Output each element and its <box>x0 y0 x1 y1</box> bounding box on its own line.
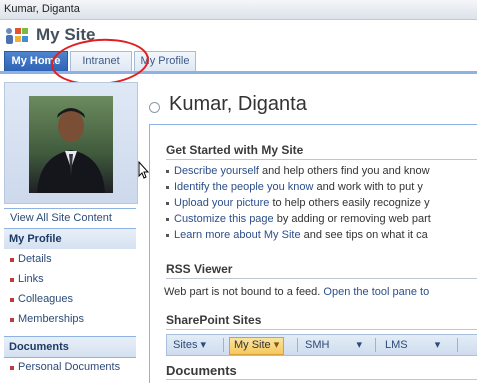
profile-photo[interactable] <box>29 96 113 193</box>
web-part-zone: Get Started with My Site Describe yourse… <box>149 124 477 383</box>
documents-title: Documents <box>166 363 477 380</box>
presence-status-icon <box>149 102 160 113</box>
my-profile-heading[interactable]: My Profile <box>4 229 136 249</box>
page-title: Kumar, Diganta <box>169 93 307 115</box>
smh-dropdown[interactable]: SMH ▾ <box>305 338 362 352</box>
get-started-title: Get Started with My Site <box>166 143 477 160</box>
left-navigation: View All Site Content My Profile Details… <box>0 82 138 382</box>
rss-viewer-title: RSS Viewer <box>166 262 477 279</box>
list-item: Identify the people you know and work wi… <box>166 181 477 193</box>
person-silhouette-icon <box>37 108 105 193</box>
describe-yourself-link[interactable]: Describe yourself <box>174 165 259 177</box>
dropdown-arrow-icon: ▾ <box>434 339 441 351</box>
dropdown-arrow-icon: ▾ <box>356 339 363 351</box>
open-tool-pane-link[interactable]: Open the tool pane to <box>323 286 429 298</box>
list-item: Learn more about My Site and see tips on… <box>166 229 477 241</box>
sharepoint-sites-toolbar: Sites ▾ My Site ▾ SMH ▾ LMS ▾ <box>166 334 477 356</box>
main-content: Kumar, Diganta Get Started with My Site … <box>149 82 477 383</box>
rss-message: Web part is not bound to a feed. Open th… <box>164 286 430 298</box>
my-site-tab[interactable]: My Site ▾ <box>229 337 285 355</box>
upload-picture-link[interactable]: Upload your picture <box>174 197 269 209</box>
title-bar: Kumar, Diganta <box>0 0 477 20</box>
list-item: Upload your picture to help others easil… <box>166 197 477 209</box>
profile-photo-box <box>4 82 138 204</box>
nav-item-details[interactable]: Details <box>18 253 52 265</box>
list-item: Describe yourself and help others find y… <box>166 165 477 177</box>
lms-dropdown[interactable]: LMS ▾ <box>385 338 440 352</box>
nav-item-personal-documents[interactable]: Personal Documents <box>18 361 120 373</box>
sharepoint-sites-title: SharePoint Sites <box>166 313 477 330</box>
dropdown-arrow-icon: ▾ <box>200 339 207 351</box>
view-all-site-content-link[interactable]: View All Site Content <box>10 212 112 224</box>
customize-page-link[interactable]: Customize this page <box>174 213 274 225</box>
my-site-logo-icon <box>6 28 28 44</box>
sites-dropdown[interactable]: Sites ▾ <box>173 338 206 352</box>
nav-item-memberships[interactable]: Memberships <box>18 313 84 325</box>
nav-item-colleagues[interactable]: Colleagues <box>18 293 73 305</box>
identify-people-link[interactable]: Identify the people you know <box>174 181 313 193</box>
learn-more-link[interactable]: Learn more about My Site <box>174 229 301 241</box>
list-item: Customize this page by adding or removin… <box>166 213 477 225</box>
user-name[interactable]: Kumar, Diganta <box>4 3 80 15</box>
dropdown-arrow-icon: ▾ <box>273 339 280 351</box>
nav-item-links[interactable]: Links <box>18 273 44 285</box>
documents-heading[interactable]: Documents <box>4 337 136 357</box>
